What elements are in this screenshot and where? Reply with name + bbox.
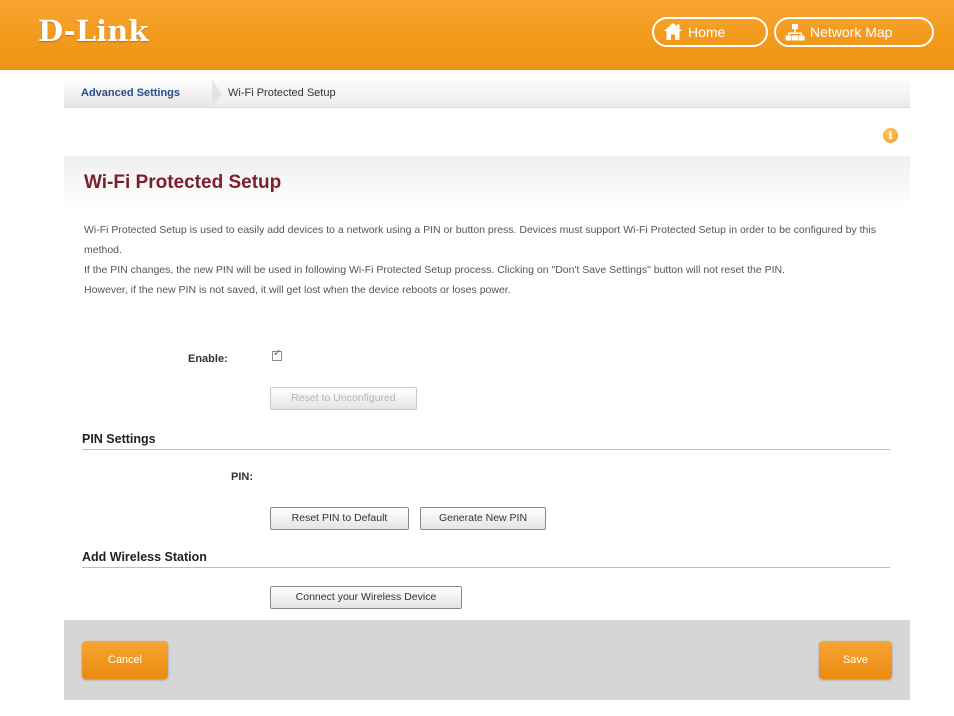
- description: Wi-Fi Protected Setup is used to easily …: [84, 220, 896, 300]
- connect-wireless-device-button[interactable]: Connect your Wireless Device: [270, 586, 462, 609]
- breadcrumb-separator: [212, 80, 222, 107]
- home-icon: [664, 23, 682, 40]
- panel-header: Wi-Fi Protected Setup: [64, 156, 910, 208]
- footer-bar: Cancel Save: [64, 620, 910, 700]
- reset-to-unconfigured-button[interactable]: Reset to Unconfigured: [270, 387, 417, 410]
- network-map-button[interactable]: Network Map: [774, 17, 934, 47]
- breadcrumb-current: Wi-Fi Protected Setup: [228, 87, 336, 99]
- home-button[interactable]: Home: [652, 17, 768, 47]
- top-header: D-Link Home Network Map: [0, 0, 954, 70]
- enable-label: Enable:: [188, 353, 228, 365]
- generate-new-pin-button[interactable]: Generate New PIN: [420, 507, 546, 530]
- breadcrumb-advanced-settings[interactable]: Advanced Settings: [64, 80, 212, 107]
- enable-checkbox[interactable]: [272, 348, 282, 361]
- pin-settings-heading: PIN Settings: [82, 432, 890, 450]
- description-line-3: However, if the new PIN is not saved, it…: [84, 284, 511, 296]
- network-map-icon: [785, 24, 805, 41]
- info-icon[interactable]: i: [883, 128, 898, 143]
- pin-label: PIN:: [231, 471, 253, 483]
- network-map-button-label: Network Map: [810, 24, 893, 40]
- breadcrumb: Advanced Settings Wi-Fi Protected Setup: [64, 80, 910, 108]
- cancel-button[interactable]: Cancel: [82, 641, 168, 679]
- page-title: Wi-Fi Protected Setup: [84, 172, 282, 193]
- description-line-2: If the PIN changes, the new PIN will be …: [84, 264, 786, 276]
- add-wireless-station-heading: Add Wireless Station: [82, 550, 890, 568]
- save-button[interactable]: Save: [819, 641, 892, 679]
- home-button-label: Home: [688, 24, 726, 40]
- reset-pin-to-default-button[interactable]: Reset PIN to Default: [270, 507, 409, 530]
- dlink-logo: D-Link: [38, 14, 149, 48]
- description-line-1: Wi-Fi Protected Setup is used to easily …: [84, 224, 876, 256]
- wps-panel: Wi-Fi Protected Setup Wi-Fi Protected Se…: [64, 156, 910, 620]
